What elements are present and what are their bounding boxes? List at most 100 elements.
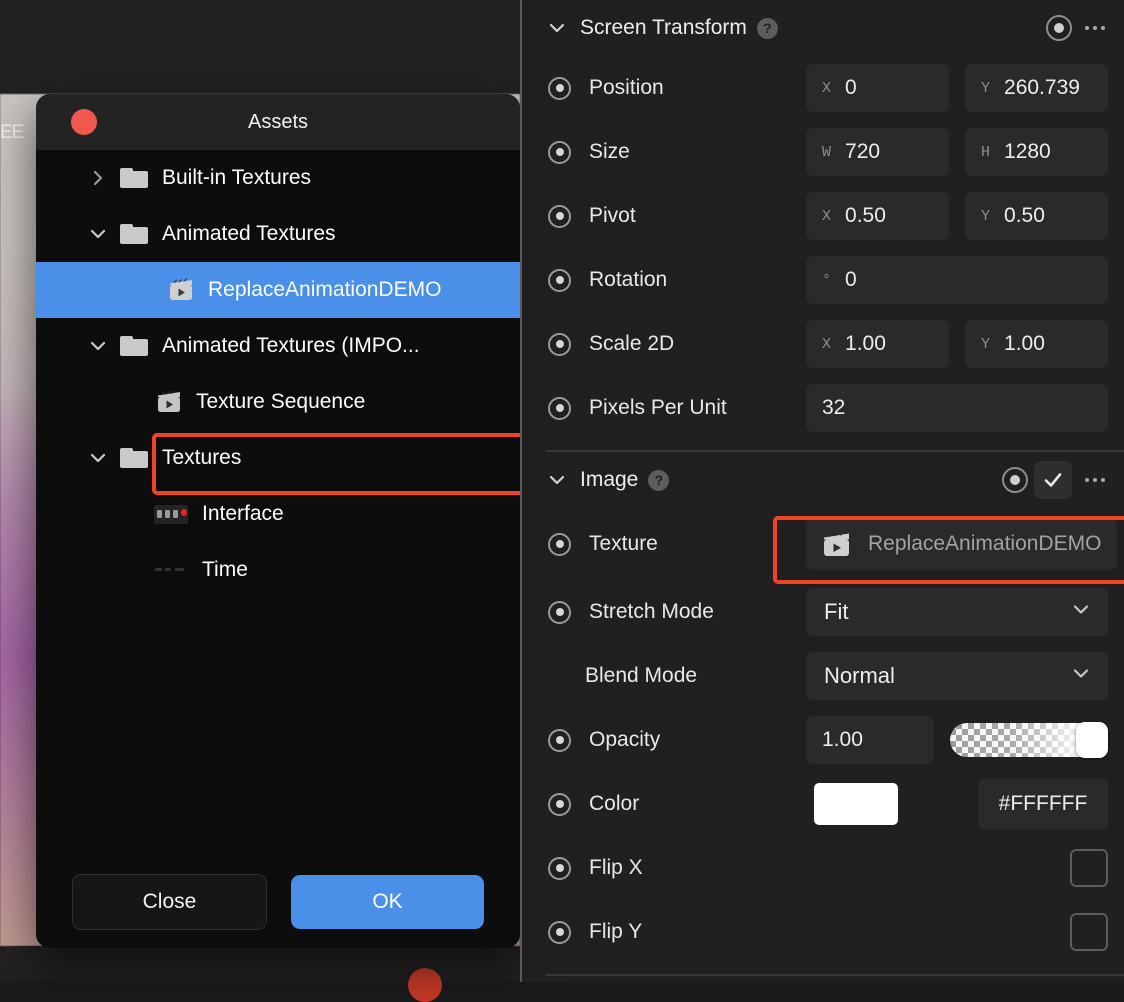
field-value: 0 — [845, 76, 857, 99]
flip-x-checkbox[interactable] — [1070, 849, 1108, 887]
chevron-down-icon[interactable] — [1072, 665, 1090, 688]
tree-item-label: Textures — [162, 446, 242, 469]
more-options-icon[interactable] — [1078, 463, 1112, 497]
keyframe-dot-icon[interactable] — [548, 332, 571, 356]
section-title: Image — [580, 468, 639, 491]
field-value: 1.00 — [1004, 332, 1045, 355]
keyframe-dot-icon[interactable] — [548, 792, 571, 816]
property-label: Flip X — [589, 856, 643, 879]
texture-picker-field[interactable]: ReplaceAnimationDEMO — [806, 518, 1118, 570]
property-label: Pixels Per Unit — [589, 396, 727, 419]
keyframe-dot-icon[interactable] — [548, 920, 571, 944]
tree-item-built-in-textures[interactable]: Built-in Textures — [36, 150, 520, 206]
field-value: 260.739 — [1004, 76, 1080, 99]
keyframe-dot-icon[interactable] — [548, 76, 571, 100]
axis-label: Y — [981, 79, 991, 97]
field-value: 1.00 — [822, 728, 863, 751]
property-row-stretch-mode: Stretch Mode Fit — [522, 580, 1124, 644]
color-hex-input[interactable]: #FFFFFF — [978, 778, 1108, 830]
background-record-dot — [408, 968, 442, 1002]
field-value: 1.00 — [845, 332, 886, 355]
tree-item-textures[interactable]: Textures — [36, 430, 520, 486]
position-x-input[interactable]: X 0 — [806, 64, 949, 112]
section-divider-bottom — [546, 974, 1124, 976]
tree-item-label: Time — [202, 558, 248, 581]
size-w-input[interactable]: W 720 — [806, 128, 949, 176]
field-value: 0 — [845, 268, 857, 291]
background-bottom-panel — [0, 946, 520, 982]
pivot-y-input[interactable]: Y 0.50 — [965, 192, 1108, 240]
section-header-screen-transform[interactable]: Screen Transform ? — [522, 0, 1124, 56]
tree-item-replaceanimationdemo[interactable]: ReplaceAnimationDEMO — [36, 262, 520, 318]
axis-label: Y — [981, 207, 991, 225]
color-swatch-wrapper[interactable] — [806, 778, 906, 830]
blend-mode-dropdown[interactable]: Normal — [806, 652, 1108, 700]
property-row-pivot: Pivot X 0.50 Y 0.50 — [522, 184, 1124, 248]
keyframe-icon[interactable] — [1046, 15, 1072, 41]
tree-item-animated-textures-import[interactable]: Animated Textures (IMPO... — [36, 318, 520, 374]
dropdown-value: Fit — [824, 599, 849, 624]
position-y-input[interactable]: Y 260.739 — [965, 64, 1108, 112]
tree-item-texture-sequence[interactable]: Texture Sequence — [36, 374, 520, 430]
component-enabled-checkbox[interactable] — [1034, 461, 1072, 499]
tree-item-animated-textures[interactable]: Animated Textures — [36, 206, 520, 262]
keyframe-dot-icon[interactable] — [548, 268, 571, 292]
chevron-down-icon[interactable] — [76, 225, 120, 243]
keyframe-dot-icon[interactable] — [548, 532, 571, 556]
tree-item-label: Interface — [202, 502, 284, 525]
chevron-right-icon[interactable] — [76, 169, 120, 187]
chevron-down-icon[interactable] — [548, 471, 566, 489]
axis-label: Y — [981, 335, 991, 353]
size-h-input[interactable]: H 1280 — [965, 128, 1108, 176]
opacity-slider[interactable] — [950, 722, 1108, 758]
close-window-dot-icon[interactable] — [71, 109, 97, 135]
stretch-mode-dropdown[interactable]: Fit — [806, 588, 1108, 636]
opacity-input[interactable]: 1.00 — [806, 716, 934, 764]
rotation-input[interactable]: ° 0 — [806, 256, 1108, 304]
chevron-down-icon[interactable] — [548, 19, 566, 37]
chevron-down-icon[interactable] — [76, 449, 120, 467]
field-value: 1280 — [1004, 140, 1051, 163]
assets-dialog: Assets Built-in Textures Animated Textur… — [36, 94, 520, 948]
chevron-down-icon[interactable] — [76, 337, 120, 355]
keyframe-dot-icon[interactable] — [548, 728, 571, 752]
scale-x-input[interactable]: X 1.00 — [806, 320, 949, 368]
keyframe-dot-icon[interactable] — [548, 856, 571, 880]
property-label: Color — [589, 792, 640, 815]
pivot-x-input[interactable]: X 0.50 — [806, 192, 949, 240]
close-button[interactable]: Close — [72, 874, 267, 930]
tree-item-time[interactable]: Time — [36, 542, 520, 598]
keyframe-dot-icon[interactable] — [548, 396, 571, 420]
background-top-bar — [0, 0, 520, 94]
slider-knob[interactable] — [1076, 722, 1108, 758]
property-row-blend-mode: Blend Mode Normal — [522, 644, 1124, 708]
help-icon[interactable]: ? — [648, 469, 670, 491]
pixels-per-unit-input[interactable]: 32 — [806, 384, 1108, 432]
flip-y-checkbox[interactable] — [1070, 913, 1108, 951]
property-label: Stretch Mode — [589, 600, 714, 623]
chevron-down-icon[interactable] — [1072, 601, 1090, 624]
ok-button[interactable]: OK — [291, 875, 484, 929]
keyframe-dot-icon[interactable] — [548, 204, 571, 228]
keyframe-dot-icon[interactable] — [548, 600, 571, 624]
keyframe-dot-icon[interactable] — [548, 140, 571, 164]
color-swatch[interactable] — [814, 783, 898, 825]
tree-item-interface[interactable]: Interface — [36, 486, 520, 542]
property-row-flip-x: Flip X — [522, 836, 1124, 900]
property-row-position: Position X 0 Y 260.739 — [522, 56, 1124, 120]
section-header-image[interactable]: Image ? — [522, 452, 1124, 508]
property-label: Texture — [589, 532, 658, 555]
axis-label: X — [822, 335, 832, 353]
help-icon[interactable]: ? — [756, 17, 778, 39]
clapperboard-icon — [168, 277, 196, 303]
property-label: Size — [589, 140, 630, 163]
more-options-icon[interactable] — [1078, 11, 1112, 45]
tree-item-label: Built-in Textures — [162, 166, 312, 189]
texture-thumbnail-icon — [154, 504, 188, 524]
asset-tree: Built-in Textures Animated Textures Repl… — [36, 150, 520, 856]
keyframe-icon[interactable] — [1002, 467, 1028, 493]
scale-y-input[interactable]: Y 1.00 — [965, 320, 1108, 368]
texture-value: ReplaceAnimationDEMO — [868, 532, 1102, 555]
degree-label: ° — [822, 271, 832, 289]
texture-thumbnail-faint-icon — [154, 561, 188, 580]
